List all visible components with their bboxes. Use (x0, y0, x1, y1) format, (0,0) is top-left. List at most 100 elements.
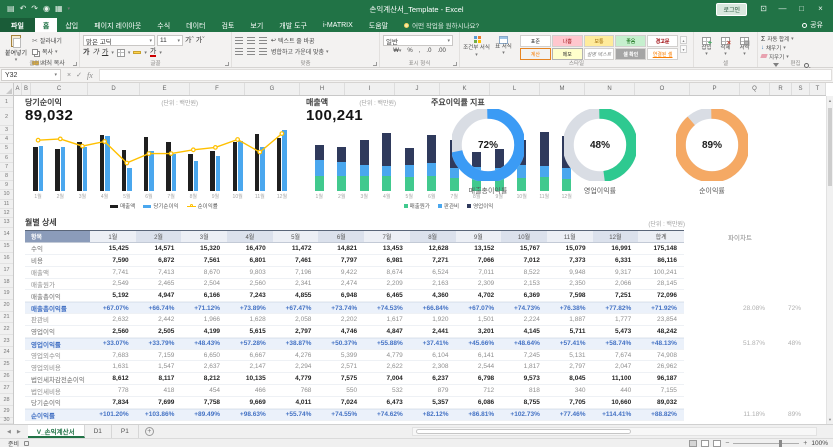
cell[interactable]: 7,705 (547, 397, 593, 408)
cell[interactable]: 2,058 (273, 314, 319, 325)
column-header-L[interactable]: L (490, 83, 540, 95)
row-header-18[interactable]: 18 (0, 276, 13, 288)
insert-function-icon[interactable]: fx (87, 71, 93, 80)
column-header-K[interactable]: K (440, 83, 490, 95)
cell[interactable]: 2,294 (273, 361, 319, 372)
row-label[interactable]: 영업이익률 (25, 339, 90, 349)
cell[interactable]: 2,549 (90, 279, 136, 290)
cell[interactable]: 175,148 (638, 243, 684, 254)
cell[interactable]: +33.07% (90, 339, 136, 349)
page-break-view-icon[interactable] (713, 440, 721, 447)
cell[interactable]: 2,441 (410, 326, 456, 337)
cell[interactable]: 100,241 (638, 267, 684, 278)
cell[interactable]: 15,767 (501, 243, 547, 254)
row-label[interactable]: 법인세비용 (25, 385, 90, 396)
merge-center-button[interactable]: 병합하고 가운데 맞춤▾ (271, 47, 329, 56)
cell[interactable]: 5,131 (547, 350, 593, 361)
cell[interactable]: +58.74% (593, 339, 639, 349)
cell[interactable]: 550 (318, 385, 364, 396)
cell[interactable]: 26,962 (638, 361, 684, 372)
cell[interactable]: 2,224 (501, 314, 547, 325)
cell[interactable]: 9,803 (227, 267, 273, 278)
table-col-2월[interactable]: 2월 (136, 231, 182, 242)
row-label[interactable]: 판관비 (25, 314, 90, 325)
cell[interactable]: +74.55% (318, 410, 364, 420)
cell[interactable]: 5,615 (227, 326, 273, 337)
horizontal-scrollbar[interactable] (412, 427, 817, 436)
row-label[interactable]: 영업외비용 (25, 361, 90, 372)
row-header-29[interactable]: 29 (0, 406, 13, 418)
cell[interactable]: 1,920 (410, 314, 456, 325)
column-header-N[interactable]: N (585, 83, 635, 95)
close-icon[interactable]: × (812, 2, 829, 16)
font-name-select[interactable]: 맑은 고딕▾ (83, 35, 155, 46)
cell[interactable]: +101.20% (90, 410, 136, 420)
cell[interactable]: +66.74% (136, 303, 182, 313)
undo-icon[interactable]: ↶ (20, 5, 27, 13)
cell[interactable]: +37.41% (410, 339, 456, 349)
cell[interactable]: 6,981 (364, 255, 410, 266)
cell[interactable]: +114.41% (593, 410, 639, 420)
sheet-tab-P1[interactable]: P1 (112, 425, 139, 438)
tell-me-box[interactable]: 어떤 작업을 원하시나요? (396, 18, 479, 32)
row-header-12[interactable]: 12 (0, 209, 13, 218)
cell[interactable]: 6,369 (501, 290, 547, 301)
number-format-select[interactable]: 일반▾ (383, 35, 453, 46)
cell[interactable]: 4,276 (273, 350, 319, 361)
cell[interactable]: 2,544 (456, 361, 502, 372)
table-col-4월[interactable]: 4월 (227, 231, 273, 242)
scroll-down-icon[interactable]: ▼ (827, 417, 833, 422)
cut-button[interactable]: ✂잘라내기 (32, 36, 65, 45)
cell[interactable]: 2,560 (90, 326, 136, 337)
cell[interactable]: 48,242 (638, 326, 684, 337)
editing-자동 합계-button[interactable]: Σ자동 합계▾ (761, 35, 794, 43)
row-header-24[interactable]: 24 (0, 347, 13, 359)
camera-icon[interactable]: ◉ (43, 5, 50, 13)
cell[interactable]: 5,711 (547, 326, 593, 337)
normal-view-icon[interactable] (689, 440, 697, 447)
column-header-C[interactable]: C (31, 83, 88, 95)
cell[interactable]: 7,271 (410, 255, 456, 266)
cell[interactable]: +55.74% (273, 410, 319, 420)
cell[interactable]: 879 (410, 385, 456, 396)
table-col-1월[interactable]: 1월 (90, 231, 136, 242)
ribbon-tab-삽입[interactable]: 삽입 (57, 18, 86, 32)
cell[interactable]: 818 (501, 385, 547, 396)
align-bottom-icon[interactable] (259, 37, 267, 44)
enter-formula-icon[interactable]: ✓ (76, 71, 82, 79)
cell[interactable]: 6,237 (410, 373, 456, 384)
cell[interactable]: 8,670 (181, 267, 227, 278)
cell[interactable]: 6,524 (410, 267, 456, 278)
cell[interactable]: 14,821 (318, 243, 364, 254)
conditional-formatting-button[interactable]: 조건부 서식▾ (463, 34, 490, 58)
cell[interactable]: 4,011 (273, 397, 319, 408)
cells-삭제-button[interactable]: ×삭제▾ (716, 36, 735, 58)
cell[interactable]: 2,209 (364, 279, 410, 290)
login-button[interactable]: 로그인 (716, 3, 747, 16)
table-col-7월[interactable]: 7월 (364, 231, 410, 242)
row-header-6[interactable]: 6 (0, 154, 13, 163)
cell[interactable]: 4,360 (410, 290, 456, 301)
cell[interactable]: 8,674 (364, 267, 410, 278)
row-label[interactable]: 매출총이익 (25, 290, 90, 301)
cell[interactable]: +76.38% (547, 303, 593, 313)
editing-채우기-button[interactable]: ↓채우기▾ (761, 44, 794, 52)
row-header-21[interactable]: 21 (0, 312, 13, 324)
cell[interactable]: 6,667 (227, 350, 273, 361)
cell[interactable]: 6,872 (136, 255, 182, 266)
cell[interactable]: 2,350 (547, 279, 593, 290)
row-header-25[interactable]: 25 (0, 359, 13, 371)
cell[interactable]: 7,373 (547, 255, 593, 266)
cell[interactable]: 9,422 (318, 267, 364, 278)
cell[interactable]: 4,779 (273, 373, 319, 384)
table-col-12월[interactable]: 12월 (593, 231, 639, 242)
cell[interactable]: 4,746 (318, 326, 364, 337)
underline-icon[interactable]: 가 (102, 49, 108, 56)
table-col-9월[interactable]: 9월 (456, 231, 502, 242)
row-header-5[interactable]: 5 (0, 144, 13, 153)
cell[interactable]: 96,187 (638, 373, 684, 384)
row-header-14[interactable]: 14 (0, 228, 13, 241)
sheet-tab-D1[interactable]: D1 (85, 425, 112, 438)
column-header-T[interactable]: T (810, 83, 826, 95)
cell[interactable]: 5,192 (90, 290, 136, 301)
